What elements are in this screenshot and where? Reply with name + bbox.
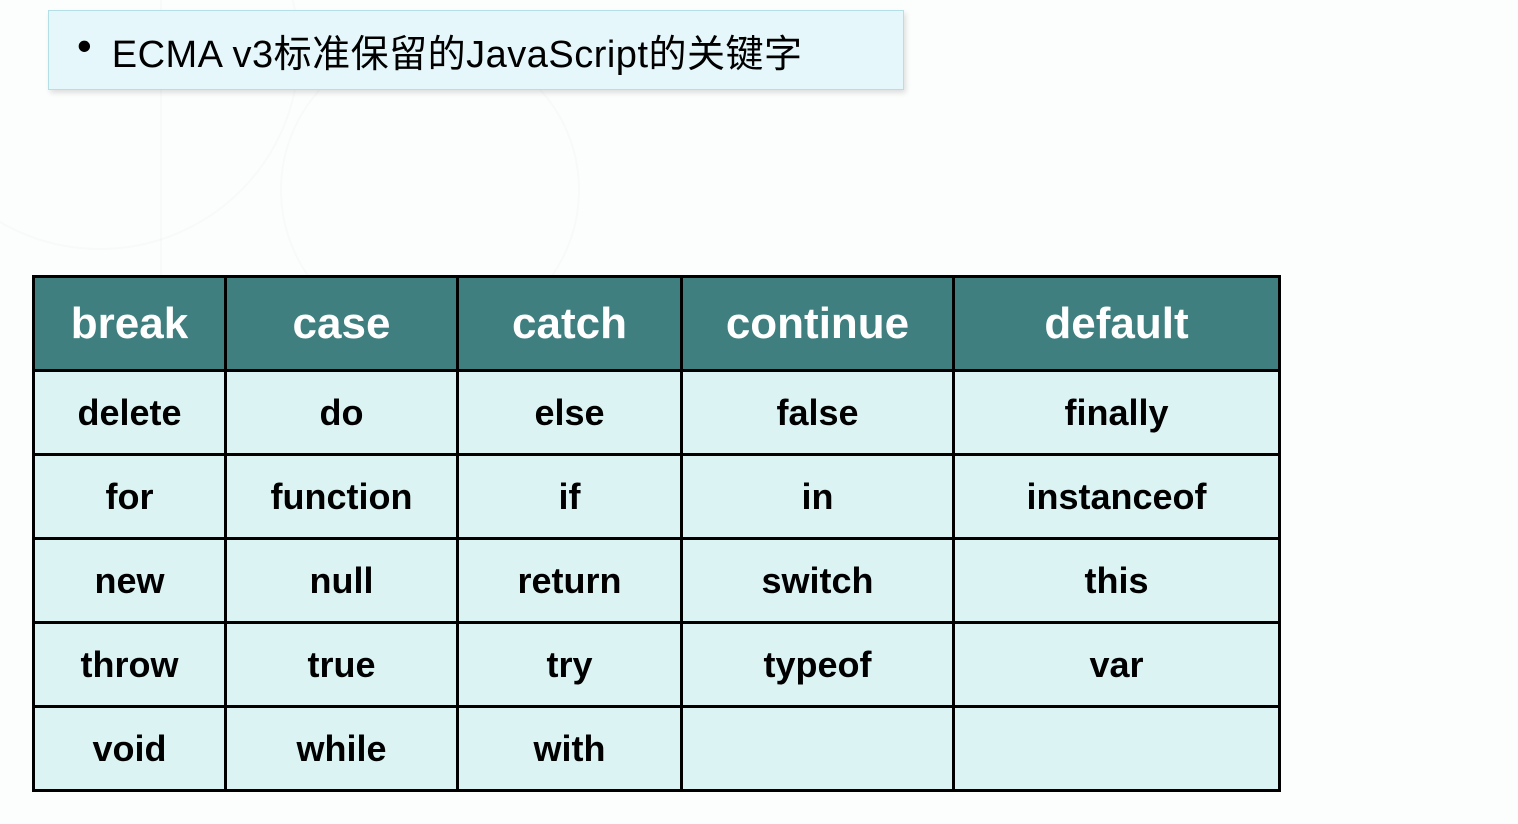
table-cell: delete [34, 371, 226, 455]
table-cell: instanceof [954, 455, 1280, 539]
table-cell: null [226, 539, 458, 623]
table-header-cell: break [34, 277, 226, 371]
keywords-table: break case catch continue default delete… [32, 275, 1281, 792]
table-cell: new [34, 539, 226, 623]
table-cell: while [226, 707, 458, 791]
bullet-icon: • [77, 25, 92, 67]
table-header-cell: catch [458, 277, 682, 371]
table-cell: this [954, 539, 1280, 623]
table-cell: in [682, 455, 954, 539]
table-row: for function if in instanceof [34, 455, 1280, 539]
table-cell [682, 707, 954, 791]
table-cell: false [682, 371, 954, 455]
table-cell: switch [682, 539, 954, 623]
table-cell: do [226, 371, 458, 455]
table-header-cell: default [954, 277, 1280, 371]
table-cell: var [954, 623, 1280, 707]
table-cell: for [34, 455, 226, 539]
table-cell: try [458, 623, 682, 707]
table-row: delete do else false finally [34, 371, 1280, 455]
table-cell: function [226, 455, 458, 539]
table-cell: return [458, 539, 682, 623]
table-cell [954, 707, 1280, 791]
table-cell: typeof [682, 623, 954, 707]
table-row: throw true try typeof var [34, 623, 1280, 707]
table-header-cell: case [226, 277, 458, 371]
table-cell: else [458, 371, 682, 455]
table-cell: finally [954, 371, 1280, 455]
table-cell: true [226, 623, 458, 707]
table-cell: if [458, 455, 682, 539]
table-header-row: break case catch continue default [34, 277, 1280, 371]
table-cell: void [34, 707, 226, 791]
heading-text: ECMA v3标准保留的JavaScript的关键字 [112, 23, 803, 78]
table-cell: throw [34, 623, 226, 707]
table-row: void while with [34, 707, 1280, 791]
table-header-cell: continue [682, 277, 954, 371]
table-row: new null return switch this [34, 539, 1280, 623]
heading-banner: • ECMA v3标准保留的JavaScript的关键字 [48, 10, 904, 90]
table-cell: with [458, 707, 682, 791]
